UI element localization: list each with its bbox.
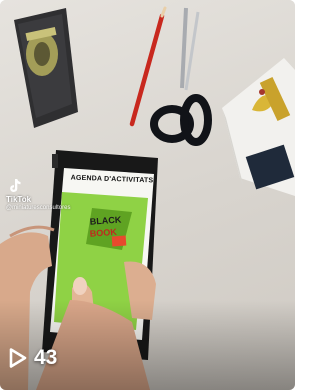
play-count-value: 43	[34, 346, 58, 369]
scissors	[150, 7, 212, 146]
tiktok-handle-label: @miniaturesconsultores	[6, 205, 71, 211]
tiktok-brand-label: TikTok	[6, 195, 32, 204]
tiktok-watermark: TikTok @miniaturesconsultores	[6, 178, 70, 211]
play-count: 43	[8, 346, 57, 370]
video-thumbnail-card[interactable]: BLACK BOOK AGENDA D'ACTIVITATS TikTok @m…	[0, 0, 295, 390]
tiktok-logo-icon	[10, 179, 21, 192]
book-box	[222, 58, 295, 196]
play-outline-icon	[9, 348, 27, 368]
tape-dispenser	[14, 8, 78, 128]
red-pencil	[129, 6, 167, 127]
